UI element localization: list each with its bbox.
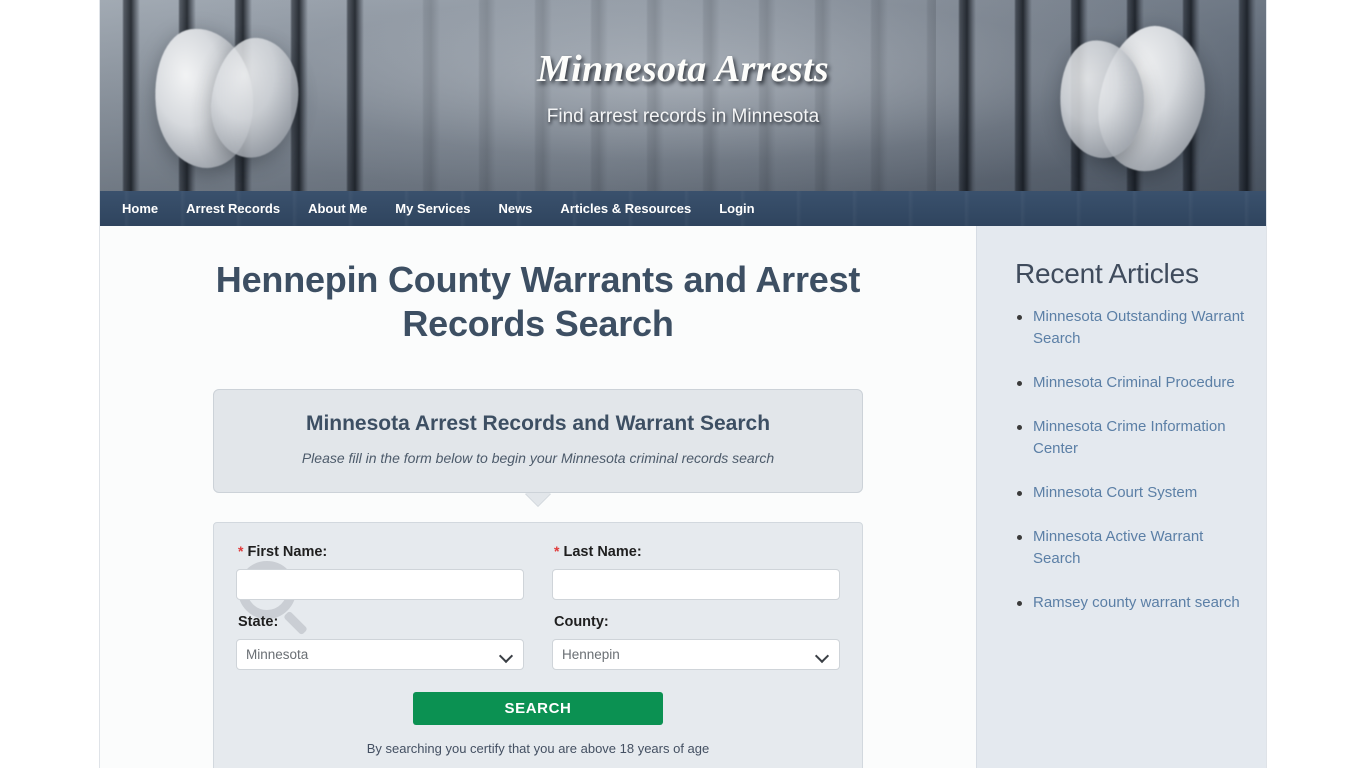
state-label: State:	[238, 614, 279, 630]
first-name-input[interactable]	[236, 569, 524, 600]
list-item: Minnesota Active Warrant Search	[1017, 526, 1252, 570]
county-label: County:	[554, 614, 609, 630]
search-button[interactable]: SEARCH	[413, 692, 663, 725]
first-name-label-text: First Name:	[247, 544, 328, 560]
sidebar-heading: Recent Articles	[1015, 258, 1199, 289]
county-select[interactable]: Hennepin	[552, 639, 840, 670]
last-name-input[interactable]	[552, 569, 840, 600]
recent-articles-list: Minnesota Outstanding Warrant Search Min…	[977, 306, 1266, 614]
nav-item-articles-resources[interactable]: Articles & Resources	[546, 191, 705, 226]
sidebar-link-ramsey-county-warrant-search[interactable]: Ramsey county warrant search	[1033, 594, 1240, 611]
last-name-label: * Last Name:	[554, 543, 840, 560]
list-item: Minnesota Court System	[1017, 482, 1252, 504]
info-bubble-subtext: Please fill in the form below to begin y…	[301, 450, 775, 466]
site-tagline: Find arrest records in Minnesota	[546, 105, 820, 127]
sidebar-link-court-system[interactable]: Minnesota Court System	[1033, 484, 1197, 501]
form-row-spacer	[236, 600, 840, 614]
site-container: Minnesota Arrests Find arrest records in…	[99, 0, 1267, 768]
form-row-location: State: Minnesota County: Hennepin	[236, 614, 840, 670]
search-button-wrapper: SEARCH	[236, 692, 840, 725]
list-item: Minnesota Criminal Procedure	[1017, 372, 1252, 394]
last-name-required-marker: *	[554, 543, 560, 559]
site-title: Minnesota Arrests	[537, 48, 829, 90]
state-select[interactable]: Minnesota	[236, 639, 524, 670]
field-county: County: Hennepin	[552, 614, 840, 670]
sidebar-link-criminal-procedure[interactable]: Minnesota Criminal Procedure	[1033, 374, 1235, 391]
sidebar-link-active-warrant-search[interactable]: Minnesota Active Warrant Search	[1033, 528, 1203, 567]
sidebar-link-outstanding-warrant-search[interactable]: Minnesota Outstanding Warrant Search	[1033, 308, 1244, 347]
main-navigation[interactable]: Home Arrest Records About Me My Services…	[100, 191, 1266, 226]
list-item: Minnesota Outstanding Warrant Search	[1017, 306, 1252, 350]
nav-item-login[interactable]: Login	[705, 191, 768, 226]
first-name-label: * First Name:	[238, 543, 524, 560]
nav-item-about-me[interactable]: About Me	[294, 191, 381, 226]
site-header-banner: Minnesota Arrests Find arrest records in…	[100, 0, 1266, 191]
info-bubble: Minnesota Arrest Records and Warrant Sea…	[213, 389, 863, 493]
nav-item-arrest-records[interactable]: Arrest Records	[172, 191, 294, 226]
last-name-label-text: Last Name:	[563, 544, 642, 560]
county-select-wrapper: Hennepin	[552, 639, 840, 670]
main-column: Hennepin County Warrants and Arrest Reco…	[100, 226, 976, 768]
info-bubble-heading: Minnesota Arrest Records and Warrant Sea…	[305, 412, 771, 435]
nav-item-news[interactable]: News	[484, 191, 546, 226]
list-item: Ramsey county warrant search	[1017, 592, 1252, 614]
age-disclaimer-text: By searching you certify that you are ab…	[366, 741, 710, 756]
sidebar: Recent Articles Minnesota Outstanding Wa…	[976, 226, 1266, 768]
content-area: Hennepin County Warrants and Arrest Reco…	[100, 226, 1266, 768]
form-row-names: * First Name: * Last Name:	[236, 543, 840, 600]
search-form-panel: * First Name: * Last Name: State: Minnes…	[213, 522, 863, 768]
banner-text-block: Minnesota Arrests Find arrest records in…	[100, 48, 1266, 128]
page-root: Minnesota Arrests Find arrest records in…	[0, 0, 1366, 768]
list-item: Minnesota Crime Information Center	[1017, 416, 1252, 460]
field-last-name: * Last Name:	[552, 543, 840, 600]
first-name-required-marker: *	[238, 543, 244, 559]
nav-item-my-services[interactable]: My Services	[381, 191, 484, 226]
info-bubble-arrow-icon	[525, 493, 551, 506]
state-select-wrapper: Minnesota	[236, 639, 524, 670]
field-first-name: * First Name:	[236, 543, 524, 600]
info-bubble-wrapper: Minnesota Arrest Records and Warrant Sea…	[213, 389, 863, 506]
sidebar-link-crime-information-center[interactable]: Minnesota Crime Information Center	[1033, 418, 1226, 457]
page-title: Hennepin County Warrants and Arrest Reco…	[215, 259, 861, 344]
field-state: State: Minnesota	[236, 614, 524, 670]
nav-item-home[interactable]: Home	[110, 191, 172, 226]
